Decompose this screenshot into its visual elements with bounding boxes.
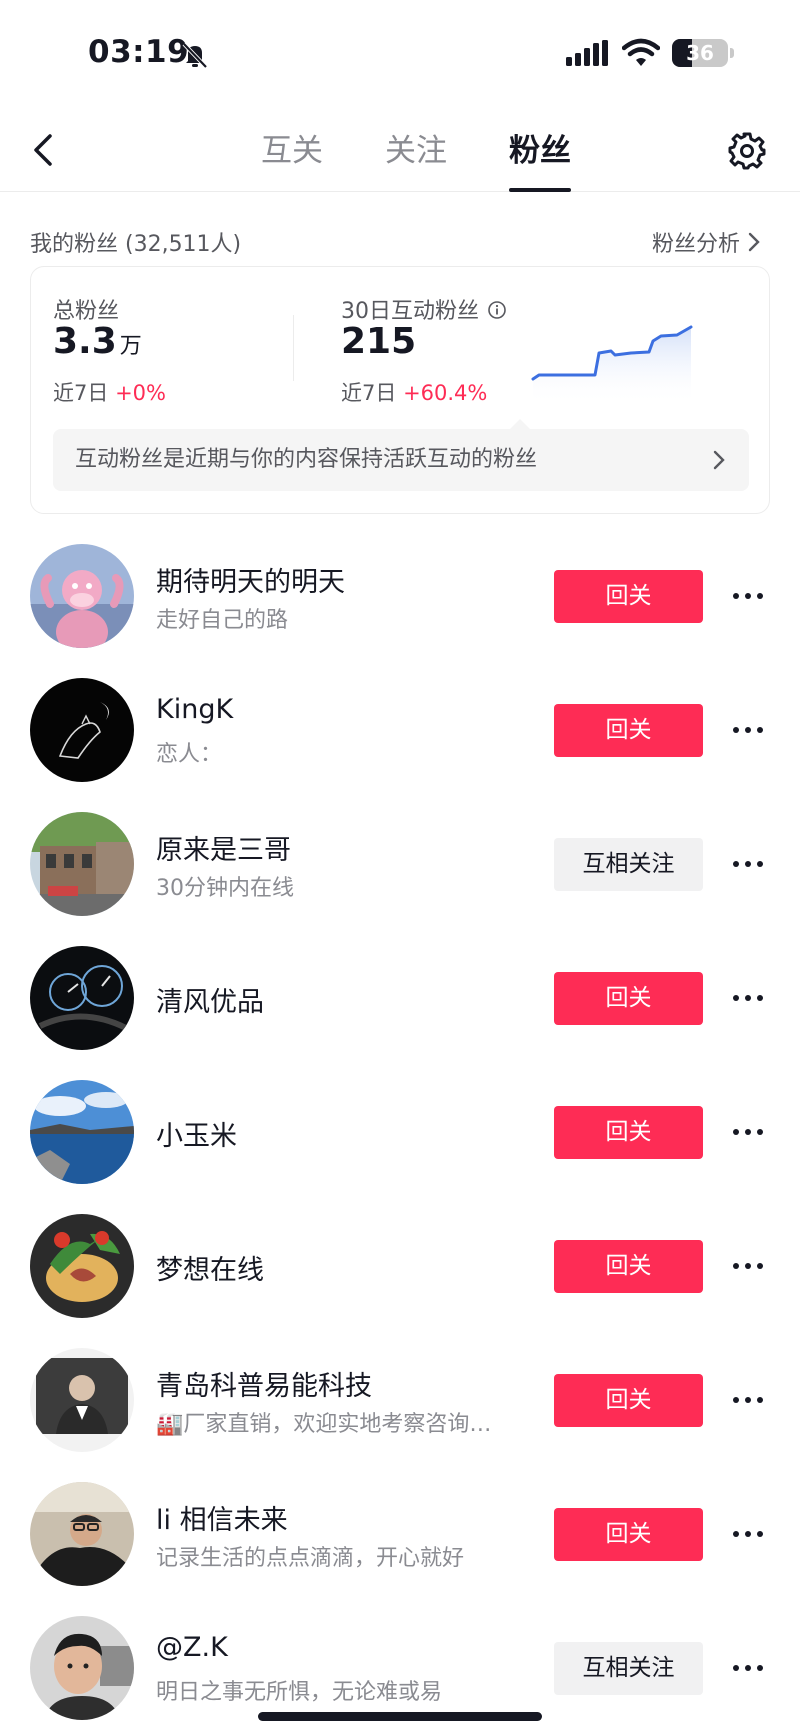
more-options-icon[interactable] [730, 1390, 766, 1410]
fans-count-label: 我的粉丝 (32,511人) [30, 232, 242, 257]
follower-row[interactable]: 清风优品 回关 [0, 932, 800, 1066]
fans-analysis-label: 粉丝分析 [652, 232, 741, 257]
follow-back-button[interactable]: 回关 [554, 1508, 703, 1561]
follow-back-button[interactable]: 回关 [554, 1240, 703, 1293]
dark-cat-avatar[interactable] [30, 678, 134, 782]
cellular-signal-icon [566, 40, 608, 66]
follower-row[interactable]: KingK 恋人： 回关 [0, 664, 800, 798]
nav-header: 互关 关注 粉丝 [0, 110, 800, 192]
follower-bio: 恋人： [156, 742, 223, 767]
fans-stats-card: 总粉丝 3.3 万 近7日 +0% 30日互动粉丝 215 近7日 +60.4% … [30, 266, 770, 514]
follower-bio: 30分钟内在线 [156, 876, 294, 901]
follower-list: 期待明天的明天 走好自己的路 回关 KingK 恋人： 回关 原来是三哥 30分… [0, 530, 800, 1734]
follower-row[interactable]: 期待明天的明天 走好自己的路 回关 [0, 530, 800, 664]
car-selfie-avatar[interactable] [30, 1482, 134, 1586]
total-fans-value: 3.3 万 [53, 321, 142, 362]
follower-bio: 🏭厂家直销，欢迎实地考察咨询… [156, 1412, 492, 1437]
tab-bar: 互关 关注 粉丝 [230, 110, 602, 192]
active-fans-tip-bar[interactable]: 互动粉丝是近期与你的内容保持活跃互动的粉丝 [53, 429, 749, 491]
chevron-right-icon [748, 232, 760, 252]
business-man-avatar[interactable] [30, 1348, 134, 1452]
status-time: 03:19 [88, 34, 190, 70]
status-bar: 03:19 36 [0, 0, 800, 110]
more-options-icon[interactable] [730, 1658, 766, 1678]
follower-row[interactable]: 原来是三哥 30分钟内在线 互相关注 [0, 798, 800, 932]
mutual-follow-button[interactable]: 互相关注 [554, 1642, 703, 1695]
follow-back-button[interactable]: 回关 [554, 704, 703, 757]
follower-name[interactable]: 原来是三哥 [156, 828, 291, 867]
total-fans-change-value: +0% [115, 381, 166, 405]
active-fans-change-prefix: 近7日 [341, 381, 397, 405]
wifi-icon [622, 38, 660, 66]
dashboard-avatar[interactable] [30, 946, 134, 1050]
follower-name[interactable]: 清风优品 [156, 980, 264, 1019]
food-avatar[interactable] [30, 1214, 134, 1318]
boy-avatar[interactable] [30, 1616, 134, 1720]
gear-icon[interactable] [726, 130, 768, 172]
mutual-follow-button[interactable]: 互相关注 [554, 838, 703, 891]
total-fans-unit: 万 [119, 334, 142, 359]
battery-cap [730, 48, 734, 58]
tab-followers[interactable]: 粉丝 [478, 110, 602, 192]
more-options-icon[interactable] [730, 1524, 766, 1544]
fans-analysis-link[interactable]: 粉丝分析 [652, 226, 762, 258]
back-arrow-icon[interactable] [26, 128, 66, 172]
more-options-icon[interactable] [730, 988, 766, 1008]
tab-following[interactable]: 关注 [354, 110, 478, 192]
battery-percent: 36 [686, 41, 714, 65]
street-avatar[interactable] [30, 812, 134, 916]
follower-bio: 记录生活的点点滴滴，开心就好 [156, 1546, 465, 1571]
follow-back-button[interactable]: 回关 [554, 570, 703, 623]
more-options-icon[interactable] [730, 1122, 766, 1142]
active-fans-change-value: +60.4% [403, 381, 488, 405]
follower-name[interactable]: KingK [156, 694, 233, 725]
more-options-icon[interactable] [730, 586, 766, 606]
more-options-icon[interactable] [730, 854, 766, 874]
follower-name[interactable]: 梦想在线 [156, 1248, 264, 1287]
active-fans-tip-text: 互动粉丝是近期与你的内容保持活跃互动的粉丝 [75, 447, 538, 472]
follower-name[interactable]: 小玉米 [156, 1114, 237, 1153]
info-icon[interactable] [487, 300, 507, 320]
more-options-icon[interactable] [730, 1256, 766, 1276]
follower-row[interactable]: 梦想在线 回关 [0, 1200, 800, 1334]
lake-avatar[interactable] [30, 1080, 134, 1184]
follower-bio: 明日之事无所惧，无论难或易 [156, 1680, 443, 1705]
tab-mutual[interactable]: 互关 [230, 110, 354, 192]
follower-name[interactable]: 期待明天的明天 [156, 560, 345, 599]
follow-back-button[interactable]: 回关 [554, 1374, 703, 1427]
stats-divider [293, 315, 294, 381]
follower-name[interactable]: @Z.K [156, 1632, 228, 1663]
follower-row[interactable]: 青岛科普易能科技 🏭厂家直销，欢迎实地考察咨询… 回关 [0, 1334, 800, 1468]
more-options-icon[interactable] [730, 720, 766, 740]
chevron-right-icon [713, 450, 725, 470]
active-fans-change: 近7日 +60.4% [341, 377, 487, 407]
active-fans-value: 215 [341, 321, 417, 362]
follower-name[interactable]: li 相信未来 [156, 1498, 288, 1537]
total-fans-change-prefix: 近7日 [53, 381, 109, 405]
active-fans-sparkline [531, 325, 693, 405]
follower-row[interactable]: 小玉米 回关 [0, 1066, 800, 1200]
total-fans-change: 近7日 +0% [53, 377, 166, 407]
battery-indicator: 36 [672, 39, 728, 67]
follower-row[interactable]: li 相信未来 记录生活的点点滴滴，开心就好 回关 [0, 1468, 800, 1602]
follower-name[interactable]: 青岛科普易能科技 [156, 1364, 372, 1403]
bell-muted-icon [182, 42, 208, 69]
follow-back-button[interactable]: 回关 [554, 972, 703, 1025]
follow-back-button[interactable]: 回关 [554, 1106, 703, 1159]
follower-bio: 走好自己的路 [156, 608, 289, 633]
home-indicator[interactable] [258, 1712, 542, 1721]
total-fans-number: 3.3 [53, 321, 117, 362]
pink-panther-avatar[interactable] [30, 544, 134, 648]
